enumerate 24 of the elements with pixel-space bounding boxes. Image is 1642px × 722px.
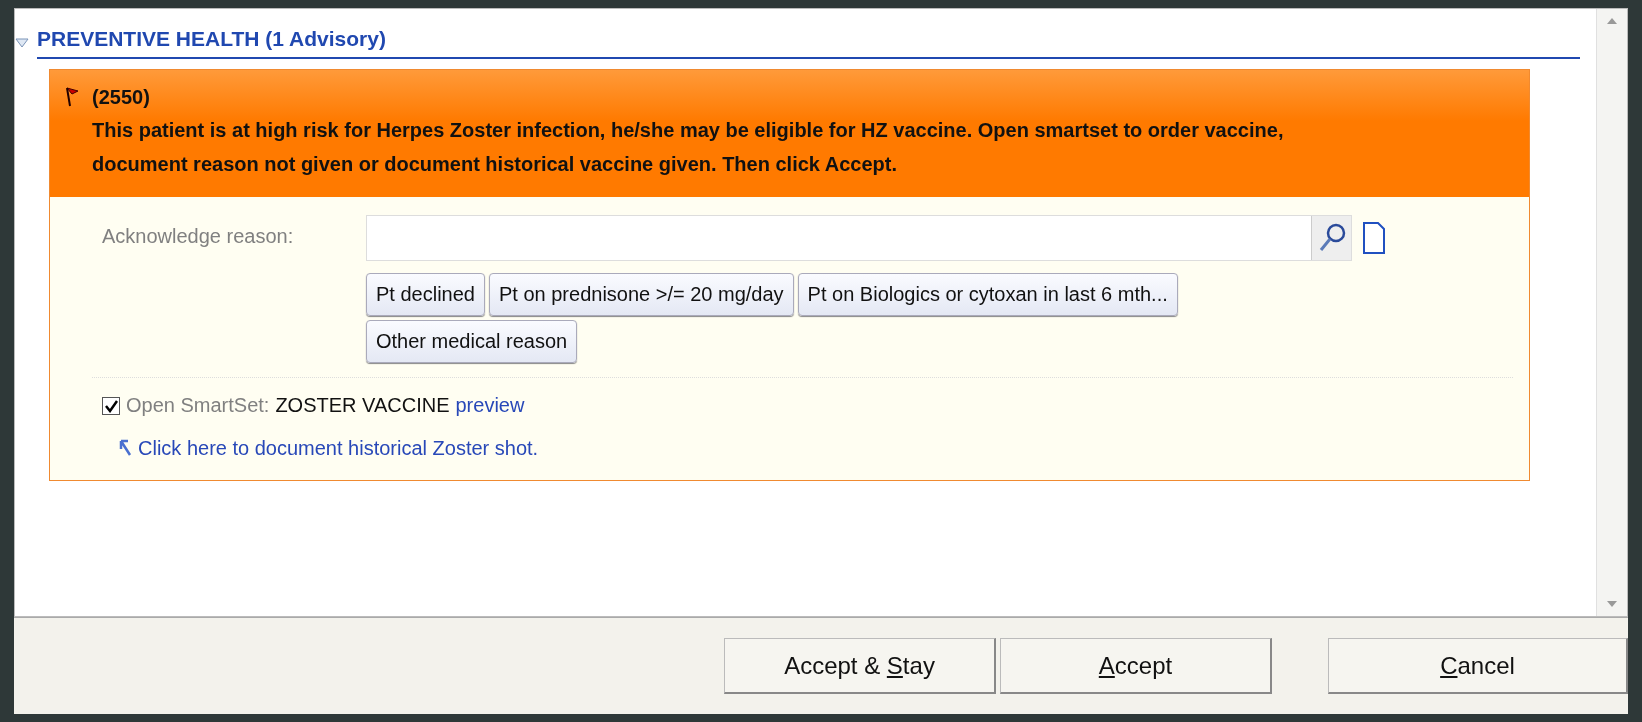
scrollbar[interactable] [1596,9,1627,616]
dialog-button[interactable]: Cancel [1328,638,1628,694]
advisory-code: (2550) [92,86,151,109]
preview-link[interactable]: preview [455,394,525,417]
reason-button[interactable]: Other medical reason [366,320,578,363]
flag-icon [64,86,80,108]
scroll-up-icon[interactable] [1606,17,1618,25]
acknowledge-reason-field[interactable] [366,215,1352,261]
historical-shot-link[interactable]: Click here to document historical Zoster shot. [138,437,539,460]
document-icon[interactable] [1362,221,1386,255]
dialog-button[interactable]: Accept & Stay [724,638,996,694]
search-button[interactable] [1311,216,1351,260]
smartset-name: ZOSTER VACCINE [275,394,450,417]
acknowledge-label: Acknowledge reason: [102,224,295,249]
reason-button[interactable]: Pt on prednisone >/= 20 mg/day [488,273,794,316]
smartset-label: Open SmartSet: [126,394,270,417]
scroll-down-icon[interactable] [1606,600,1618,608]
advisory-message: This patient is at high risk for Herpes Zoster infection, he/she may be eligible for HZ vaccine. Open smartset to order vaccine, document reason not given or document historical vaccine given. Then click Accept. [92,118,1285,177]
section-title: PREVENTIVE HEALTH (1 Advisory) [37,27,1580,59]
dialog-button[interactable]: Accept [1000,638,1272,694]
smartset-checkbox[interactable] [102,396,120,415]
reason-button[interactable]: Pt on Biologics or cytoxan in last 6 mth... [797,273,1178,316]
collapse-triangle-icon[interactable] [15,38,29,48]
reason-button[interactable]: Pt declined [366,273,485,316]
